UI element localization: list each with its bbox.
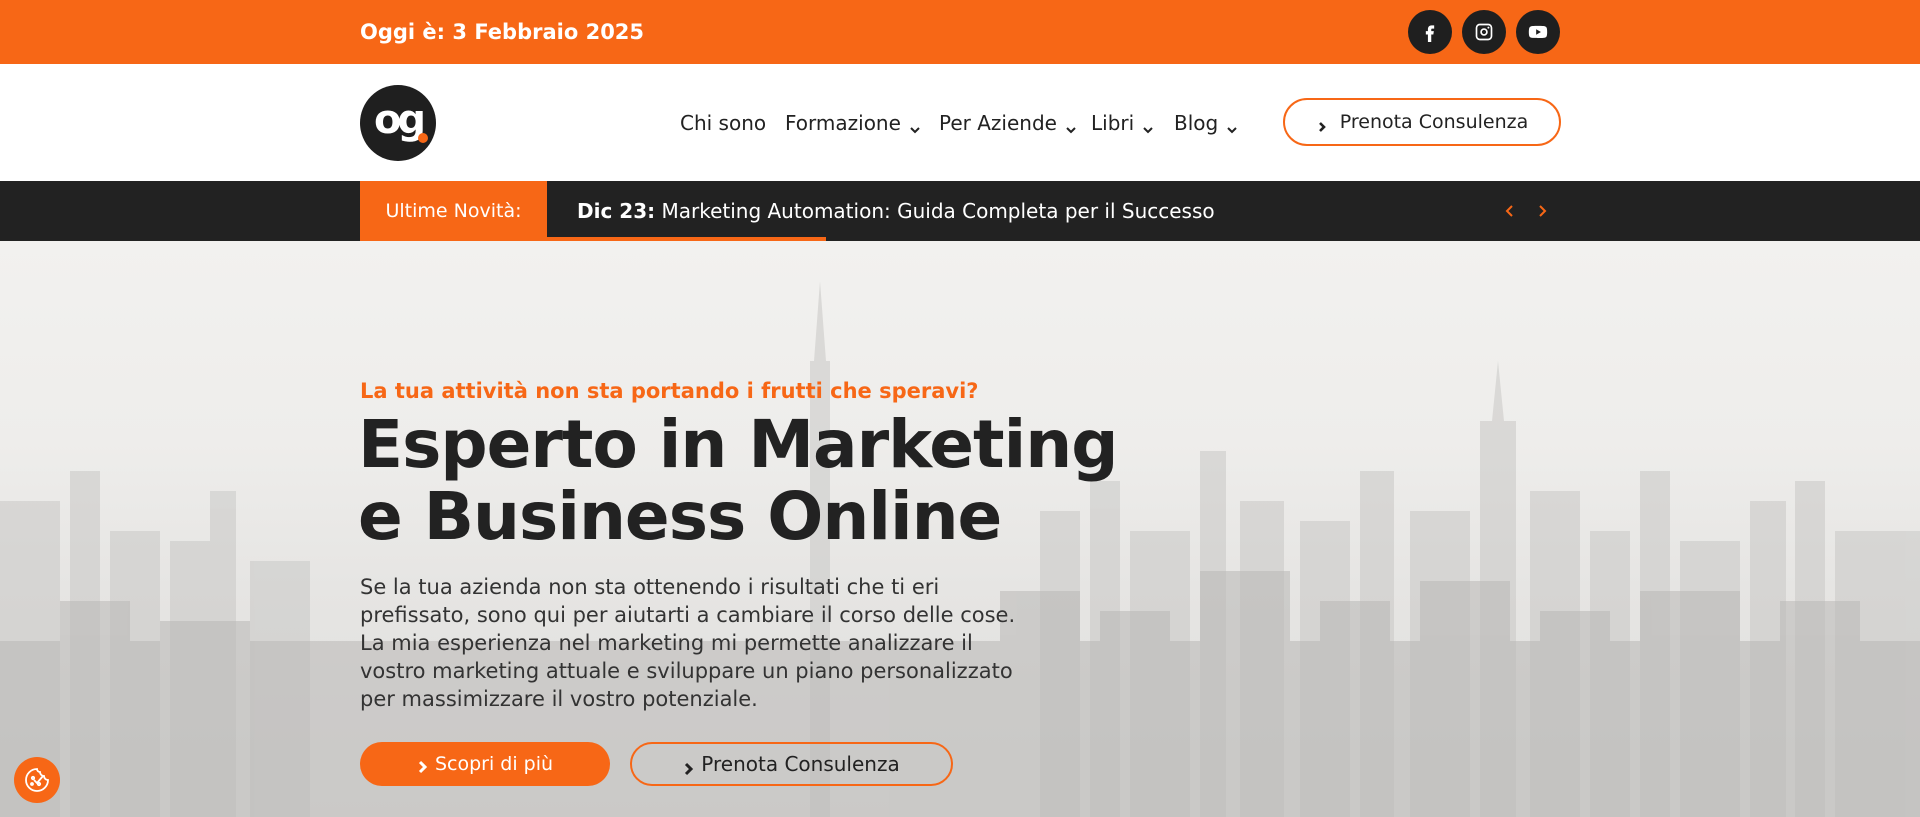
hero-kicker: La tua attività non sta portando i frutt… xyxy=(360,379,979,403)
facebook-link[interactable] xyxy=(1408,10,1452,54)
instagram-icon xyxy=(1475,23,1493,41)
cookie-icon xyxy=(25,768,49,792)
secondary-button-label: Prenota Consulenza xyxy=(701,752,900,776)
nav-label: Per Aziende xyxy=(939,110,1057,135)
header-consultation-button[interactable]: Prenota Consulenza xyxy=(1283,98,1561,146)
cookie-settings-button[interactable] xyxy=(14,757,60,803)
chevron-down-icon xyxy=(1226,117,1238,133)
date-value: 3 Febbraio 2025 xyxy=(452,20,645,44)
chevron-down-icon xyxy=(1142,117,1154,133)
chevron-right-icon xyxy=(417,757,429,774)
site-header: og Chi sono Formazione Per Aziende Libri… xyxy=(0,64,1920,181)
header-cta-label: Prenota Consulenza xyxy=(1339,111,1529,133)
ticker-headline-link[interactable]: Dic 23: Marketing Automation: Guida Comp… xyxy=(577,181,1215,241)
youtube-link[interactable] xyxy=(1516,10,1560,54)
youtube-icon xyxy=(1528,25,1548,39)
logo-dot xyxy=(418,133,428,143)
nav-label: Blog xyxy=(1174,110,1219,135)
ticker-next-button[interactable] xyxy=(1532,201,1552,221)
top-bar: Oggi è: 3 Febbraio 2025 xyxy=(0,0,1920,64)
primary-button-label: Scopri di più xyxy=(434,753,554,775)
chevron-down-icon xyxy=(909,117,921,133)
facebook-icon xyxy=(1425,25,1435,42)
discover-more-button[interactable]: Scopri di più xyxy=(360,742,610,786)
hero-title-line2: e Business Online xyxy=(358,478,1002,555)
nav-label: Libri xyxy=(1091,110,1135,135)
chevron-right-icon xyxy=(1539,205,1547,217)
current-date: Oggi è: 3 Febbraio 2025 xyxy=(360,0,644,64)
news-ticker: Ultime Novità: Dic 23: Marketing Automat… xyxy=(0,181,1920,241)
site-logo[interactable]: og xyxy=(360,85,436,161)
nav-chi-sono[interactable]: Chi sono xyxy=(680,64,766,181)
chevron-right-icon xyxy=(683,757,695,776)
nav-label: Chi sono xyxy=(680,110,767,135)
hero-description: Se la tua azienda non sta ottenendo i ri… xyxy=(360,575,1016,711)
nav-per-aziende[interactable]: Per Aziende xyxy=(939,64,1077,181)
chevron-left-icon xyxy=(1505,205,1513,217)
date-prefix: Oggi è: xyxy=(360,20,446,44)
nav-libri[interactable]: Libri xyxy=(1091,64,1154,181)
ticker-label: Ultime Novità: xyxy=(360,181,547,241)
chevron-right-icon xyxy=(1316,116,1328,132)
hero-consultation-button[interactable]: Prenota Consulenza xyxy=(630,742,953,786)
nav-label: Formazione xyxy=(785,110,901,135)
ticker-date: Dic 23: xyxy=(577,199,656,223)
ticker-prev-button[interactable] xyxy=(1500,201,1520,221)
hero-title: Esperto in Marketing e Business Online xyxy=(358,409,1118,553)
nav-blog[interactable]: Blog xyxy=(1174,64,1238,181)
chevron-down-icon xyxy=(1065,117,1077,133)
ticker-headline: Marketing Automation: Guida Completa per… xyxy=(661,199,1215,223)
nav-formazione[interactable]: Formazione xyxy=(785,64,921,181)
hero-section: La tua attività non sta portando i frutt… xyxy=(0,241,1920,817)
instagram-link[interactable] xyxy=(1462,10,1506,54)
hero-title-line1: Esperto in Marketing xyxy=(358,406,1118,483)
logo-text: og xyxy=(373,97,426,143)
